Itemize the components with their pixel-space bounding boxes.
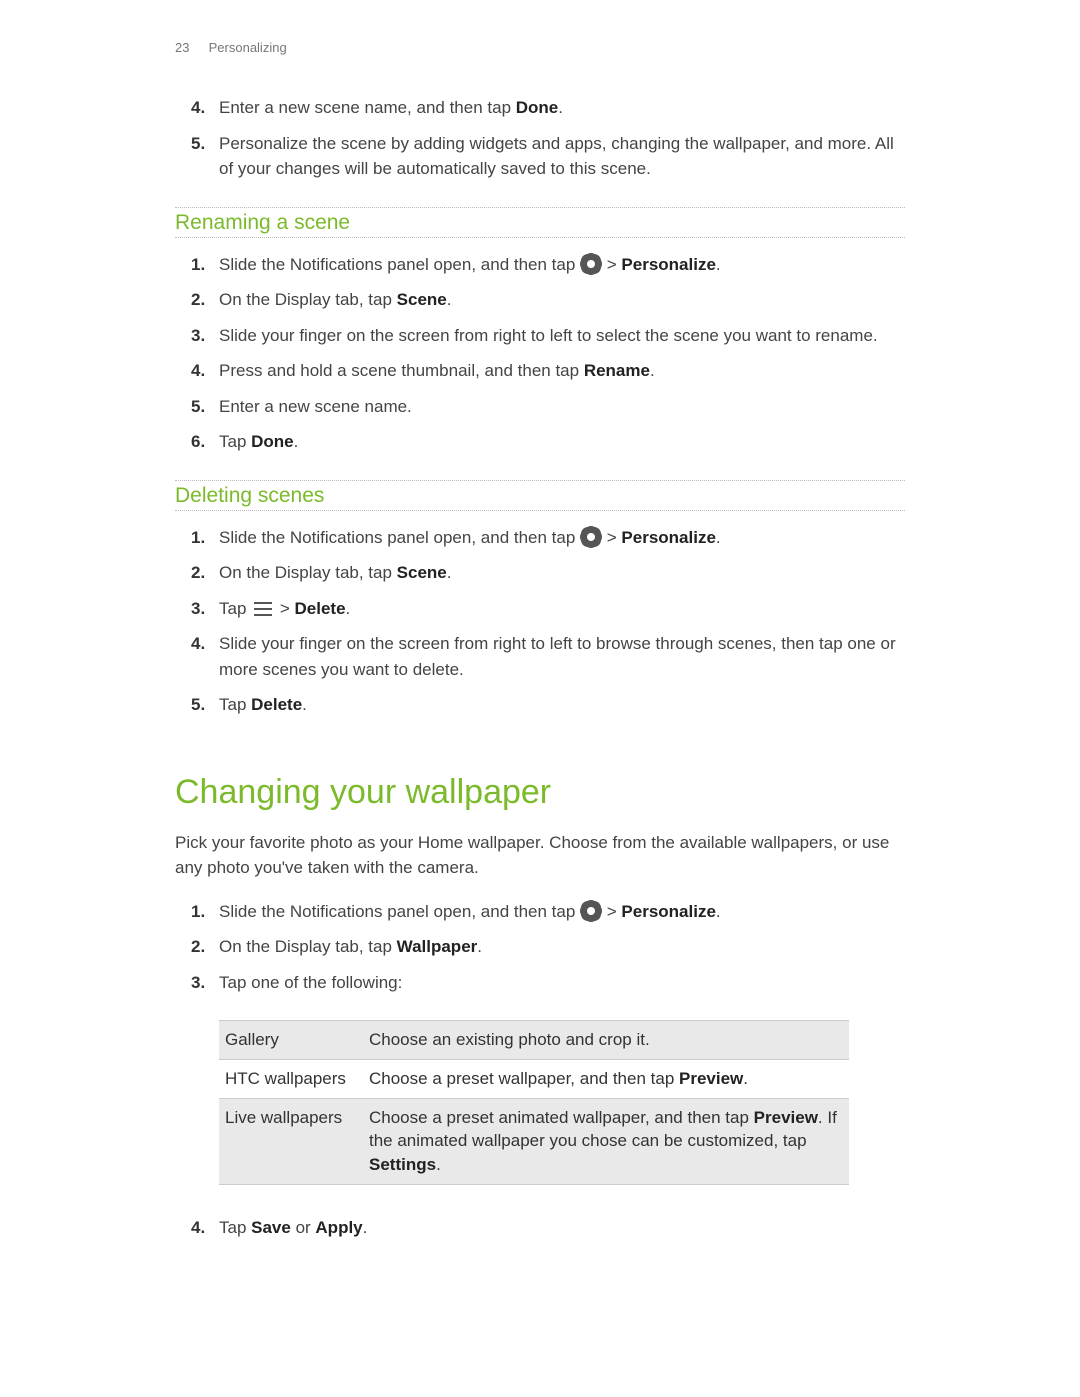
option-desc: Choose a preset animated wallpaper, and … (363, 1098, 849, 1184)
list-item: 4. Tap Save or Apply. (175, 1215, 905, 1241)
gear-icon (582, 528, 600, 546)
list-item: 5. Tap Delete. (175, 692, 905, 718)
menu-icon (254, 602, 272, 616)
page-number: 23 (175, 40, 205, 55)
section-title: Personalizing (209, 40, 287, 55)
list-item: 5. Enter a new scene name. (175, 394, 905, 420)
wallpaper-steps: 1. Slide the Notifications panel open, a… (175, 899, 905, 996)
list-item: 1. Slide the Notifications panel open, a… (175, 525, 905, 551)
wallpaper-intro: Pick your favorite photo as your Home wa… (175, 830, 905, 881)
delete-steps: 1. Slide the Notifications panel open, a… (175, 525, 905, 718)
option-name: Gallery (219, 1021, 363, 1060)
option-name: HTC wallpapers (219, 1059, 363, 1098)
list-item: 2. On the Display tab, tap Wallpaper. (175, 934, 905, 960)
option-desc: Choose a preset wallpaper, and then tap … (363, 1059, 849, 1098)
page-header: 23 Personalizing (175, 40, 905, 55)
list-item: 2. On the Display tab, tap Scene. (175, 287, 905, 313)
document-page: 23 Personalizing 4. Enter a new scene na… (0, 0, 1080, 1397)
gear-icon (582, 902, 600, 920)
list-item: 4. Slide your finger on the screen from … (175, 631, 905, 682)
gear-icon (582, 255, 600, 273)
list-item: 3. Tap one of the following: (175, 970, 905, 996)
rename-steps: 1. Slide the Notifications panel open, a… (175, 252, 905, 455)
list-item: 6. Tap Done. (175, 429, 905, 455)
wallpaper-options-table: Gallery Choose an existing photo and cro… (219, 1020, 849, 1185)
heading-wallpaper: Changing your wallpaper (175, 773, 905, 812)
scene-steps-continued: 4. Enter a new scene name, and then tap … (175, 95, 905, 182)
wallpaper-steps-cont: 4. Tap Save or Apply. (175, 1215, 905, 1241)
option-desc: Choose an existing photo and crop it. (363, 1021, 849, 1060)
list-item: 2. On the Display tab, tap Scene. (175, 560, 905, 586)
list-item: 5. Personalize the scene by adding widge… (175, 131, 905, 182)
option-name: Live wallpapers (219, 1098, 363, 1184)
subheading-renaming: Renaming a scene (175, 207, 905, 238)
list-item: 3. Slide your finger on the screen from … (175, 323, 905, 349)
list-item: 1. Slide the Notifications panel open, a… (175, 252, 905, 278)
list-item: 1. Slide the Notifications panel open, a… (175, 899, 905, 925)
subheading-deleting: Deleting scenes (175, 480, 905, 511)
table-row: HTC wallpapers Choose a preset wallpaper… (219, 1059, 849, 1098)
table-row: Live wallpapers Choose a preset animated… (219, 1098, 849, 1184)
list-item: 4. Enter a new scene name, and then tap … (175, 95, 905, 121)
list-item: 4. Press and hold a scene thumbnail, and… (175, 358, 905, 384)
list-item: 3. Tap > Delete. (175, 596, 905, 622)
table-row: Gallery Choose an existing photo and cro… (219, 1021, 849, 1060)
